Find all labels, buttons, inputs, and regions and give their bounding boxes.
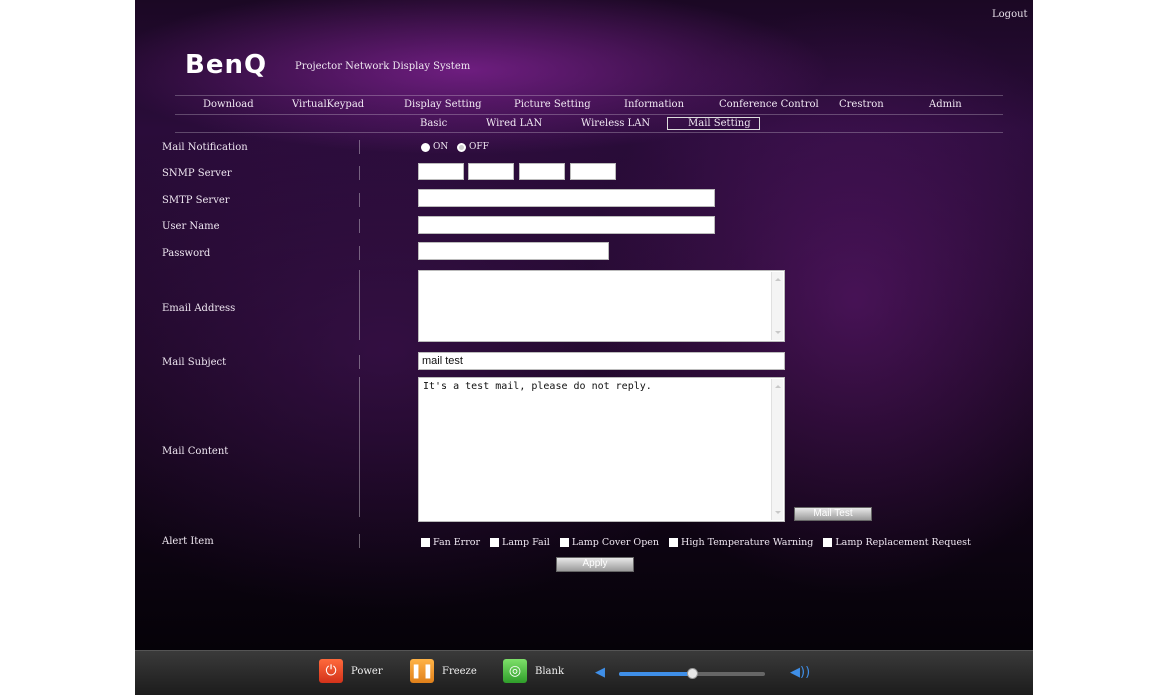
mail-subject-input[interactable]: mail test xyxy=(418,352,785,370)
nav-conference-control[interactable]: Conference Control xyxy=(719,99,819,110)
pause-icon[interactable]: ❚❚ xyxy=(410,659,434,683)
separator xyxy=(359,166,360,180)
benq-logo: BenQ xyxy=(185,50,268,80)
alert-fan-error-label: Fan Error xyxy=(433,537,481,548)
alert-high-temperature[interactable]: High Temperature Warning xyxy=(669,537,813,548)
blank-control[interactable]: ◎ Blank xyxy=(503,659,564,683)
smtp-server-input[interactable] xyxy=(418,189,715,207)
radio-off-label: OFF xyxy=(469,142,489,152)
alert-fan-error[interactable]: Fan Error xyxy=(421,537,480,548)
snmp-octet-2[interactable] xyxy=(468,163,514,180)
checkbox[interactable] xyxy=(669,538,679,547)
scrollbar[interactable] xyxy=(771,379,783,520)
email-address-textarea[interactable] xyxy=(418,270,785,342)
subnav-wired-lan[interactable]: Wired LAN xyxy=(486,118,542,129)
mail-notification-label: Mail Notification xyxy=(162,142,248,153)
scrollbar[interactable] xyxy=(771,272,783,340)
checkbox[interactable] xyxy=(421,538,430,547)
alert-lamp-fail-label: Lamp Fail xyxy=(502,537,550,548)
alert-item-label: Alert Item xyxy=(162,536,214,547)
radio-off-dot[interactable] xyxy=(457,142,466,152)
nav-display-setting[interactable]: Display Setting xyxy=(404,99,482,110)
volume-down-icon[interactable]: ◀ xyxy=(595,665,605,680)
radio-off[interactable]: OFF xyxy=(457,142,489,152)
mail-content-textarea[interactable]: It's a test mail, please do not reply. xyxy=(418,377,785,522)
alert-lamp-replacement[interactable]: Lamp Replacement Request xyxy=(823,537,971,548)
logout-link[interactable]: Logout xyxy=(992,9,1028,20)
alert-lamp-cover-open[interactable]: Lamp Cover Open xyxy=(559,537,660,548)
volume-knob[interactable] xyxy=(687,668,698,679)
radio-on[interactable]: ON xyxy=(421,142,448,152)
alert-item-list: Fan Error Lamp Fail Lamp Cover Open High… xyxy=(421,537,971,548)
password-input[interactable] xyxy=(418,242,609,260)
separator xyxy=(359,355,360,369)
main-nav: Download VirtualKeypad Display Setting P… xyxy=(175,95,1003,115)
tagline: Projector Network Display System xyxy=(295,61,471,72)
alert-lamp-cover-open-label: Lamp Cover Open xyxy=(571,537,660,548)
mail-test-button[interactable]: Mail Test xyxy=(794,507,872,521)
separator xyxy=(359,534,360,548)
snmp-octet-1[interactable] xyxy=(418,163,464,180)
nav-virtual-keypad[interactable]: VirtualKeypad xyxy=(292,99,364,110)
blank-icon[interactable]: ◎ xyxy=(503,659,527,683)
sub-nav: Basic Wired LAN Wireless LAN Mail Settin… xyxy=(175,115,1003,133)
freeze-control[interactable]: ❚❚ Freeze xyxy=(410,659,477,683)
user-name-input[interactable] xyxy=(418,216,715,234)
separator xyxy=(359,219,360,233)
power-label: Power xyxy=(351,665,383,677)
power-icon[interactable]: ⏻ xyxy=(319,659,343,683)
apply-button[interactable]: Apply xyxy=(556,557,634,572)
user-name-label: User Name xyxy=(162,221,220,232)
separator xyxy=(359,140,360,154)
web-frame: Logout BenQ Projector Network Display Sy… xyxy=(135,0,1033,695)
radio-on-label: ON xyxy=(433,142,449,152)
radio-on-dot[interactable] xyxy=(421,142,430,152)
nav-picture-setting[interactable]: Picture Setting xyxy=(514,99,591,110)
subnav-wireless-lan[interactable]: Wireless LAN xyxy=(581,118,650,129)
mail-content-value: It's a test mail, please do not reply. xyxy=(423,381,652,392)
volume-fill xyxy=(619,672,692,676)
bottom-control-bar: ⏻ Power ❚❚ Freeze ◎ Blank ◀ ◀)) xyxy=(135,650,1033,695)
volume-up-icon[interactable]: ◀)) xyxy=(790,665,810,680)
separator xyxy=(359,377,360,517)
snmp-octet-4[interactable] xyxy=(570,163,616,180)
nav-information[interactable]: Information xyxy=(624,99,684,110)
separator xyxy=(359,193,360,207)
password-label: Password xyxy=(162,248,211,259)
alert-high-temperature-label: High Temperature Warning xyxy=(681,537,814,548)
subnav-basic[interactable]: Basic xyxy=(420,118,447,129)
freeze-label: Freeze xyxy=(442,665,477,677)
snmp-octet-3[interactable] xyxy=(519,163,565,180)
nav-download[interactable]: Download xyxy=(203,99,254,110)
nav-crestron[interactable]: Crestron xyxy=(839,99,884,110)
checkbox[interactable] xyxy=(559,538,569,547)
smtp-server-label: SMTP Server xyxy=(162,195,230,206)
mail-content-label: Mail Content xyxy=(162,446,229,457)
blank-label: Blank xyxy=(535,665,565,677)
alert-lamp-replacement-label: Lamp Replacement Request xyxy=(835,537,971,548)
separator xyxy=(359,246,360,260)
power-control[interactable]: ⏻ Power xyxy=(319,659,383,683)
email-address-label: Email Address xyxy=(162,303,236,314)
mail-subject-label: Mail Subject xyxy=(162,357,227,368)
nav-admin[interactable]: Admin xyxy=(929,99,962,110)
alert-lamp-fail[interactable]: Lamp Fail xyxy=(490,537,550,548)
checkbox[interactable] xyxy=(490,538,500,547)
subnav-mail-setting[interactable]: Mail Setting xyxy=(667,117,760,130)
separator xyxy=(359,270,360,340)
volume-slider[interactable] xyxy=(619,668,765,679)
snmp-server-label: SNMP Server xyxy=(162,168,232,179)
checkbox[interactable] xyxy=(823,538,833,547)
